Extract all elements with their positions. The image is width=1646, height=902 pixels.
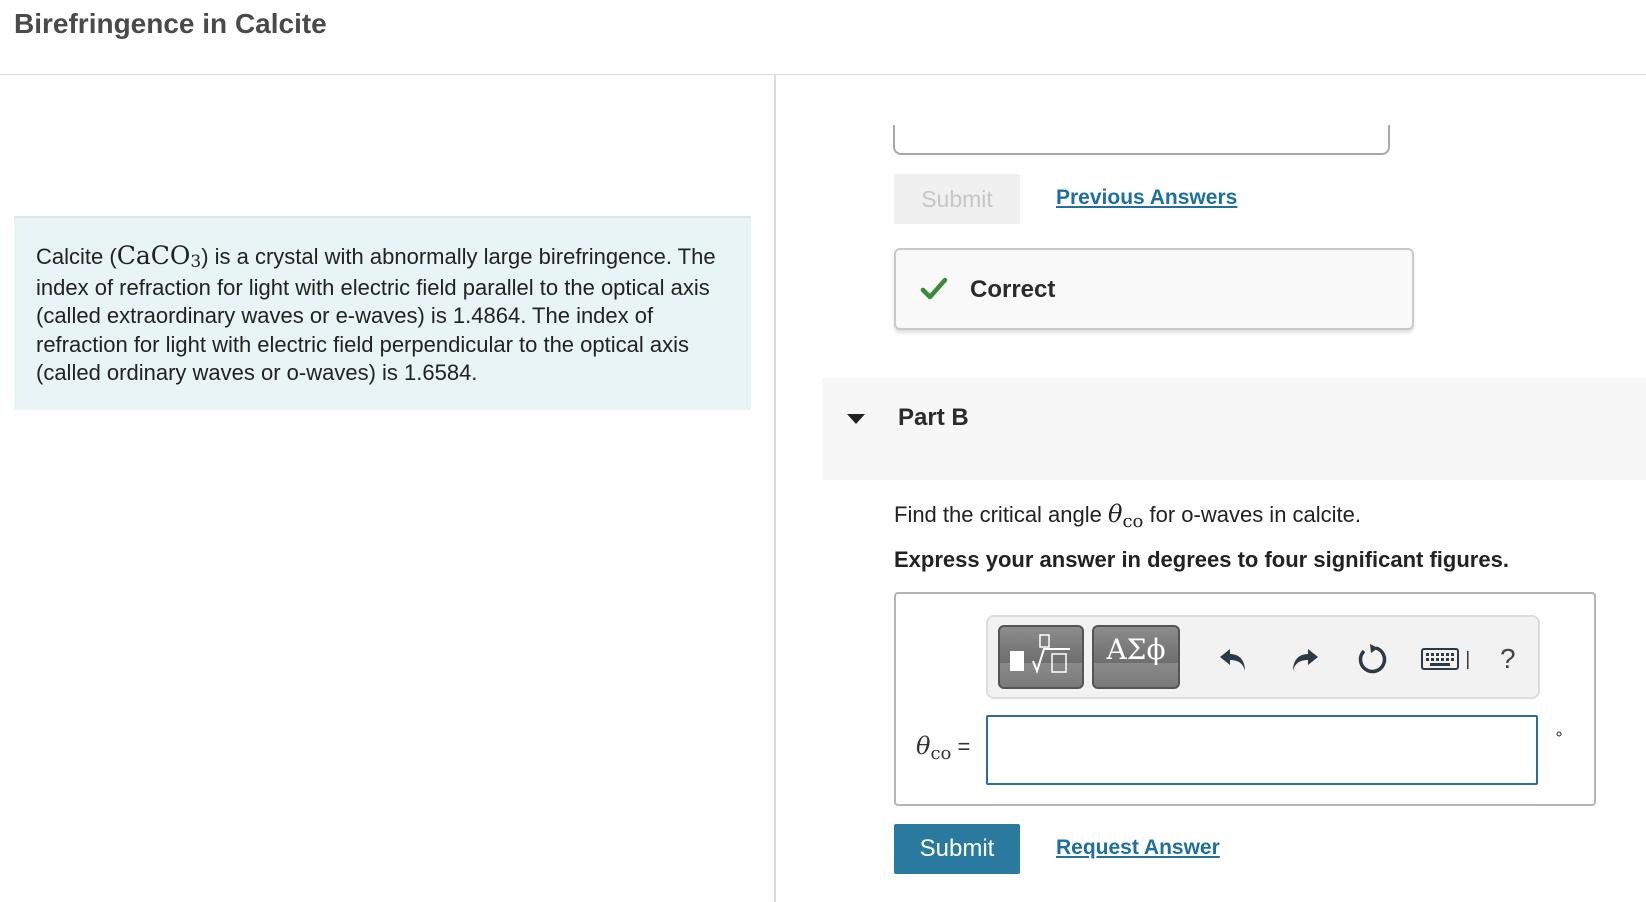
intro-text-before: Calcite ( (36, 244, 117, 269)
degree-unit-label: ∘ (1554, 726, 1565, 743)
previous-answer-field (893, 125, 1390, 155)
answer-instruction: Express your answer in degrees to four s… (894, 547, 1509, 572)
keyboard-icon[interactable] (1420, 641, 1472, 677)
undo-icon[interactable] (1216, 641, 1252, 677)
part-a-submit-button[interactable]: Submit (894, 174, 1020, 224)
feedback-label: Correct (970, 276, 1056, 303)
previous-answers-link[interactable]: Previous Answers (1056, 186, 1237, 210)
chemical-formula: CaCO3 (116, 241, 202, 272)
feedback-correct-box: Correct (894, 248, 1414, 330)
answer-area: ΑΣϕ ? θco = ∘ (894, 592, 1596, 806)
request-answer-link[interactable]: Request Answer (1056, 836, 1220, 860)
reset-icon[interactable] (1354, 641, 1390, 677)
page-title: Birefringence in Calcite (14, 8, 327, 39)
question-text: Find the critical angle θco for o-waves … (894, 500, 1362, 532)
part-b-header[interactable]: Part B (822, 378, 1646, 480)
part-b-submit-button[interactable]: Submit (894, 824, 1020, 874)
help-button[interactable]: ? (1500, 643, 1516, 675)
caret-down-icon[interactable] (846, 412, 866, 426)
problem-intro: Calcite (CaCO3) is a crystal with abnorm… (14, 216, 751, 410)
templates-button[interactable] (998, 625, 1084, 689)
templates-icon (1010, 634, 1070, 674)
part-b-title: Part B (898, 404, 969, 431)
answer-input[interactable] (986, 715, 1538, 785)
math-toolbar: ΑΣϕ ? (986, 615, 1540, 699)
page-header: Birefringence in Calcite (0, 0, 1646, 75)
column-divider (774, 75, 776, 902)
greek-symbols-button[interactable]: ΑΣϕ (1092, 625, 1180, 689)
redo-icon[interactable] (1286, 641, 1322, 677)
check-icon (920, 277, 948, 300)
answer-variable-label: θco = (916, 732, 971, 764)
